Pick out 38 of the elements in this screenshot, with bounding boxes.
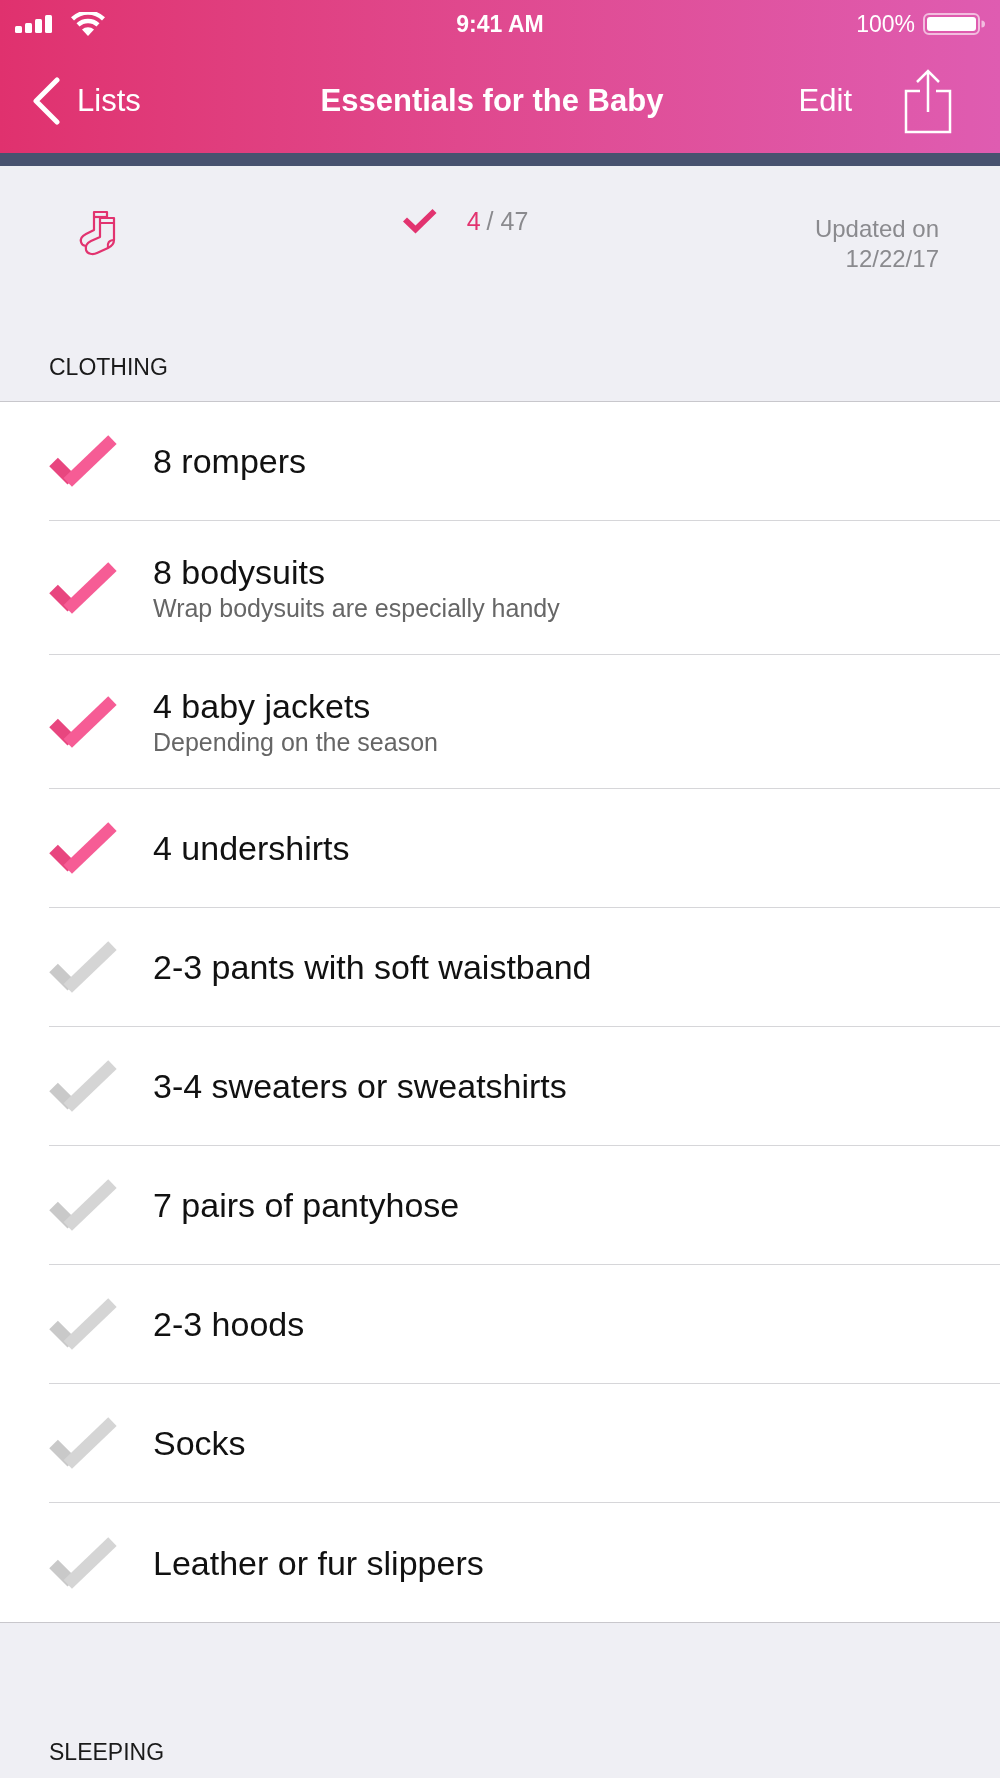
item-note: Wrap bodysuits are especially handy bbox=[153, 592, 560, 624]
checkmark-icon[interactable] bbox=[49, 941, 117, 993]
checkmark-icon[interactable] bbox=[49, 1536, 117, 1589]
back-button[interactable]: Lists bbox=[32, 76, 141, 125]
section-header: CLOTHING bbox=[49, 354, 168, 380]
section-header: SLEEPING bbox=[49, 1739, 165, 1765]
item-note: Depending on the season bbox=[153, 726, 438, 758]
updated-date: Updated on 12/22/17 bbox=[813, 214, 939, 274]
battery-icon bbox=[923, 13, 985, 35]
list-title: Essentials for the Baby bbox=[320, 81, 664, 120]
item-title: 2-3 pants with soft waistband bbox=[153, 947, 592, 987]
checked-count: 4 bbox=[466, 206, 481, 236]
item-title: 4 undershirts bbox=[153, 828, 350, 868]
battery-percent: 100% bbox=[856, 10, 915, 38]
signal-icon bbox=[15, 15, 53, 33]
checkmark-icon bbox=[402, 208, 437, 234]
wifi-icon bbox=[71, 12, 105, 36]
item-title: Leather or fur slippers bbox=[153, 1542, 484, 1583]
checkmark-icon[interactable] bbox=[49, 1060, 117, 1112]
checkmark-icon[interactable] bbox=[49, 435, 117, 487]
back-chevron-icon bbox=[32, 76, 60, 125]
item-title: Socks bbox=[153, 1423, 246, 1463]
edit-button[interactable]: Edit bbox=[798, 81, 852, 120]
checkmark-icon[interactable] bbox=[49, 1417, 117, 1469]
total-count: / 47 bbox=[486, 206, 529, 236]
checkmark-icon[interactable] bbox=[49, 1179, 117, 1231]
checkmark-icon[interactable] bbox=[49, 695, 117, 748]
item-title: 8 bodysuits bbox=[153, 551, 326, 592]
checkmark-icon[interactable] bbox=[49, 1298, 117, 1350]
checkmark-icon[interactable] bbox=[49, 822, 117, 874]
checkmark-icon[interactable] bbox=[49, 561, 117, 614]
item-title: 3-4 sweaters or sweatshirts bbox=[153, 1066, 567, 1106]
item-title: 8 rompers bbox=[153, 441, 307, 481]
status-time: 9:41 AM bbox=[456, 10, 544, 38]
item-title: 7 pairs of pantyhose bbox=[153, 1185, 460, 1225]
item-title: 4 baby jackets bbox=[153, 685, 372, 726]
item-title: 2-3 hoods bbox=[153, 1304, 305, 1344]
share-icon[interactable] bbox=[904, 67, 952, 134]
